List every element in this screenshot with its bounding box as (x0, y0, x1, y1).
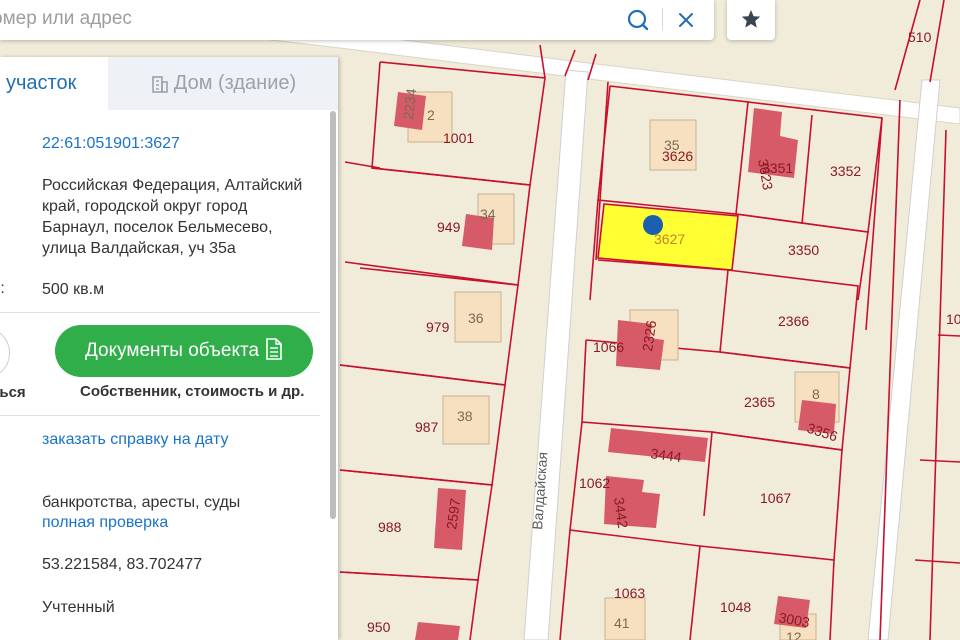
separator (662, 8, 663, 30)
building-label: 34 (480, 206, 496, 222)
status-value: Учтенный (42, 599, 115, 616)
panel-scrollbar[interactable] (330, 111, 336, 519)
plot-label: 3351 (762, 160, 793, 176)
area-label: ь: (0, 280, 5, 297)
plot-label: 979 (426, 319, 450, 335)
star-icon (741, 10, 761, 28)
plot-label: 987 (415, 419, 439, 435)
documents-button[interactable]: Документы объекта (55, 325, 313, 377)
info-panel: участок Дом (здание) 22:61:051901:3627 Р… (0, 57, 338, 640)
search-input[interactable] (0, 0, 600, 38)
address-line: улица Валдайская, уч 35а (42, 240, 236, 257)
tab-parcel[interactable]: участок (0, 57, 108, 110)
plot-label: 949 (437, 219, 461, 235)
plot-label: 1001 (443, 130, 474, 146)
plot-label: 3352 (830, 163, 861, 179)
plot-label: 1062 (579, 475, 610, 491)
building-label: 8 (812, 386, 820, 402)
area-value: 500 кв.м (42, 281, 105, 298)
plot-label-selected: 3627 (654, 231, 685, 247)
plot-label: 1066 (593, 339, 624, 355)
close-icon (679, 13, 693, 27)
tab-parcel-label: участок (6, 72, 77, 94)
building-label: 38 (457, 408, 473, 424)
building-label: 12 (786, 629, 802, 640)
plot-label: 3626 (662, 148, 693, 164)
search-icon (627, 9, 649, 31)
share-button[interactable] (0, 327, 10, 379)
building-label: 36 (468, 310, 484, 326)
documents-subtitle: Собственник, стоимость и др. (80, 383, 305, 400)
building-label: 41 (614, 615, 630, 631)
plot-label: 3350 (788, 242, 819, 258)
address-value: Российская Федерация, Алтайский край, го… (42, 175, 322, 259)
building-icon (151, 75, 168, 93)
building-label: 2 (427, 107, 435, 123)
tab-building[interactable]: Дом (здание) (108, 57, 338, 110)
document-icon (266, 338, 282, 360)
divider (0, 415, 320, 416)
plot-label: 988 (378, 519, 402, 535)
plot-label: 10 (946, 311, 960, 327)
tab-building-label: Дом (здание) (173, 72, 297, 94)
plot-label: 2365 (744, 394, 775, 410)
search-button[interactable] (622, 4, 654, 36)
plot-label: 1067 (760, 490, 791, 506)
full-check-link[interactable]: полная проверка (42, 512, 168, 533)
cadastral-number-link[interactable]: 22:61:051901:3627 (42, 133, 180, 154)
plot-label: 950 (367, 619, 391, 635)
plot-label: 1063 (614, 585, 645, 601)
plot-label: 2366 (778, 313, 809, 329)
address-line: край, городской округ город (42, 198, 248, 215)
favorite-button[interactable] (727, 0, 775, 40)
documents-button-label: Документы объекта (84, 340, 260, 361)
plot-label: 1048 (720, 599, 751, 615)
order-certificate-link[interactable]: заказать справку на дату (42, 429, 228, 450)
divider (0, 312, 320, 313)
building-label: 2234 (400, 87, 419, 120)
coordinates-value: 53.221584, 83.702477 (42, 556, 203, 573)
clear-button[interactable] (672, 4, 700, 36)
plot-label: 510 (908, 29, 932, 45)
address-line: Барнаул, поселок Бельмесево, (42, 219, 273, 236)
address-line: Российская Федерация, Алтайский (42, 177, 303, 194)
share-label: ться (0, 384, 26, 401)
search-bar (0, 0, 714, 40)
check-description: банкротства, аресты, суды (42, 494, 241, 511)
